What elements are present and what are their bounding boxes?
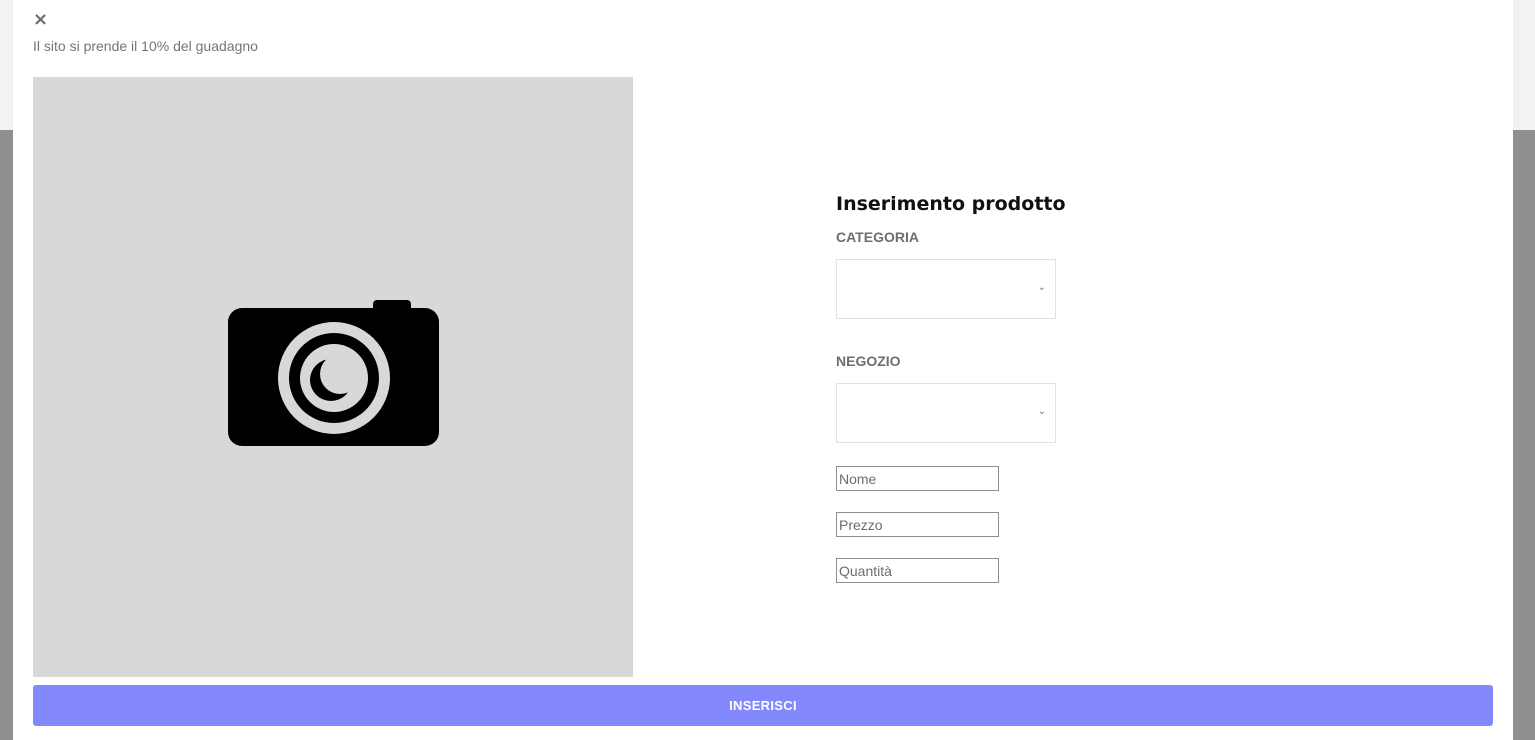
product-form: Inserimento prodotto CATEGORIA ⌄ NEGOZIO… [836,190,1096,583]
category-select[interactable]: ⌄ [836,259,1056,319]
page-background-left [0,0,13,130]
name-input[interactable] [836,466,999,491]
shop-select[interactable]: ⌄ [836,383,1056,443]
chevron-down-icon: ⌄ [1037,406,1046,417]
category-label: CATEGORIA [836,229,919,245]
product-image-upload[interactable] [33,77,633,677]
shop-label: NEGOZIO [836,353,901,369]
form-title: Inserimento prodotto [836,193,1066,215]
close-icon[interactable]: × [33,11,48,29]
fee-note: Il sito si prende il 10% del guadagno [33,38,258,54]
submit-button[interactable]: INSERISCI [33,685,1493,726]
price-input[interactable] [836,512,999,537]
camera-icon [228,300,439,446]
page-background-right [1513,0,1535,130]
chevron-down-icon: ⌄ [1037,282,1046,293]
quantity-input[interactable] [836,558,999,583]
insert-product-modal: × Il sito si prende il 10% del guadagno … [13,0,1513,740]
